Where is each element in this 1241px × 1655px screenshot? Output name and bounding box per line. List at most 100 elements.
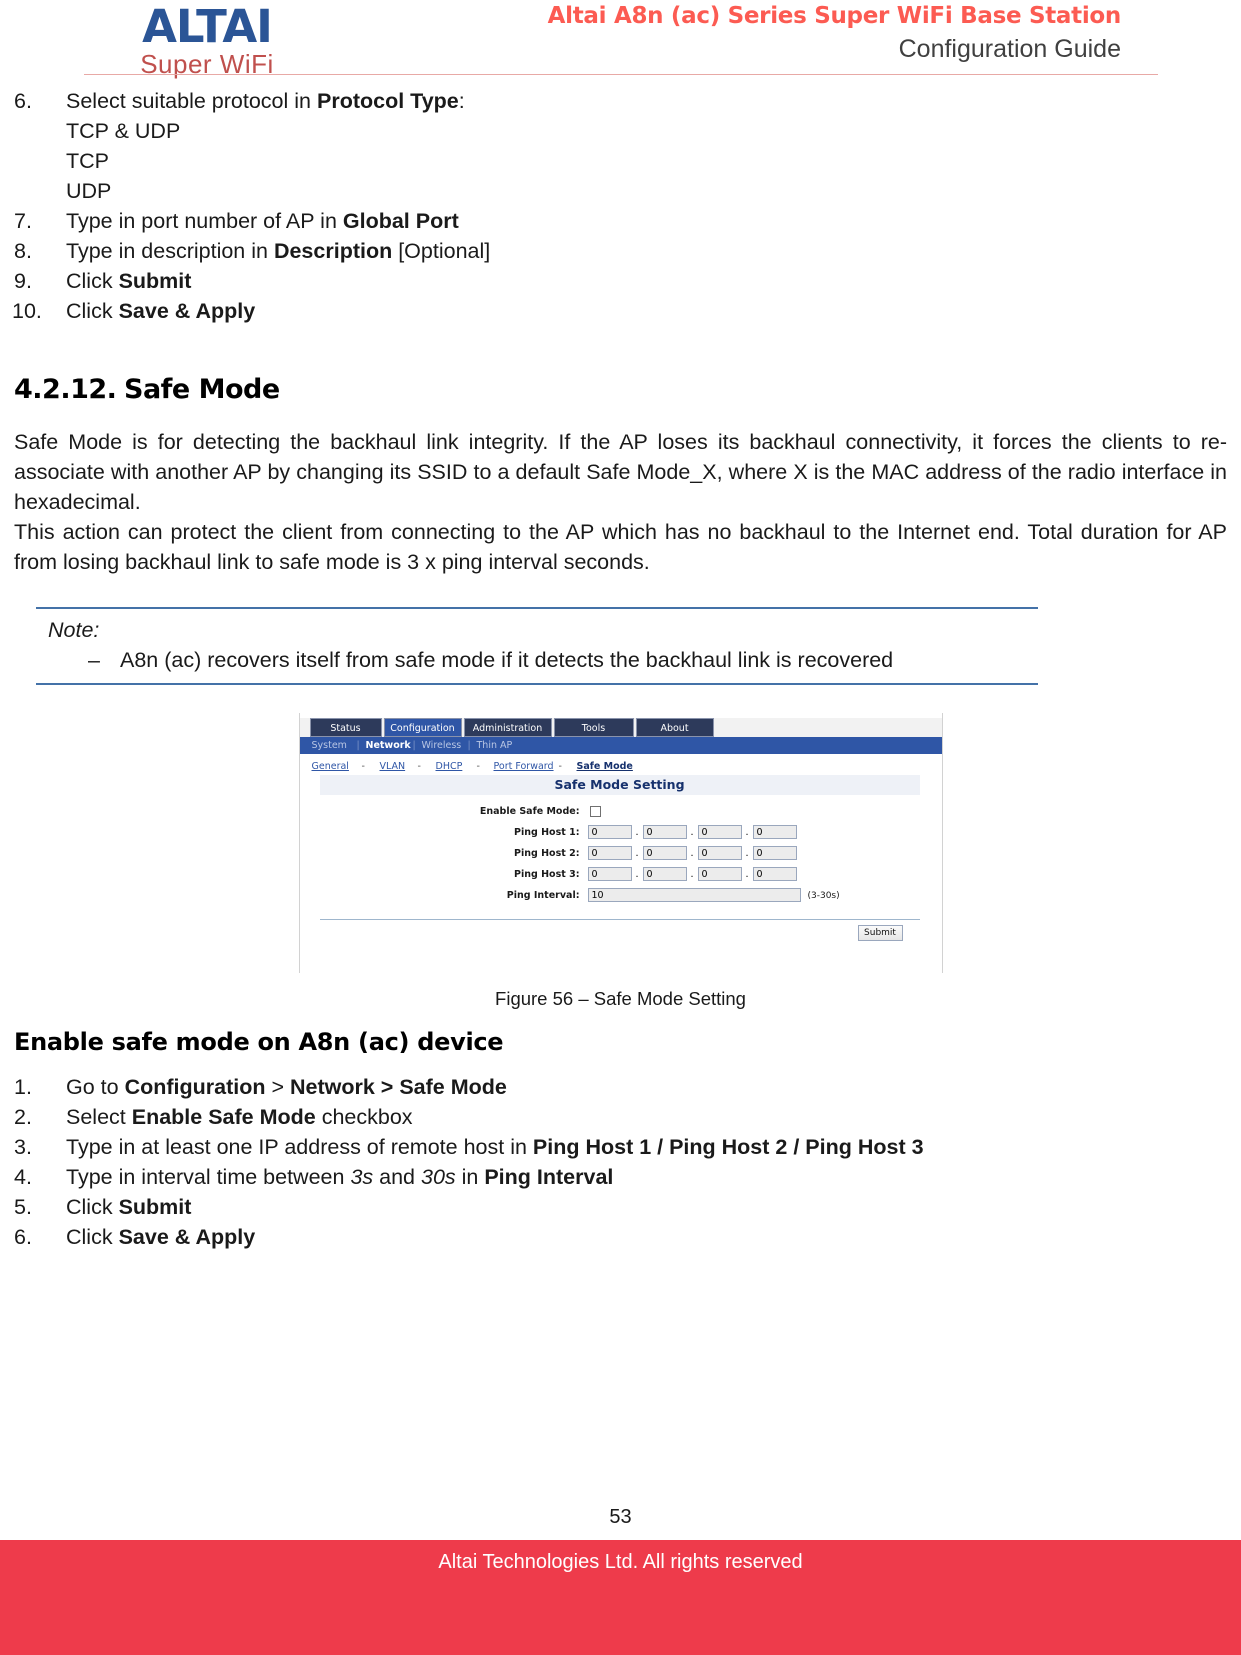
list-item: 5. Click Submit xyxy=(0,1192,1241,1222)
octet-separator: . xyxy=(690,848,694,859)
list-item: 7. Type in port number of AP in Global P… xyxy=(0,206,1241,236)
breadcrumb-port-forward[interactable]: Port Forward xyxy=(494,758,554,776)
subnav-item-system[interactable]: System xyxy=(312,737,347,754)
list-item-number: 4. xyxy=(14,1165,32,1189)
list-item-number: 3. xyxy=(14,1135,32,1159)
top-numbered-list: 6. Select suitable protocol in Protocol … xyxy=(0,86,1241,326)
list-item-bold: Global Port xyxy=(342,209,459,233)
step-text-pre: Click xyxy=(66,1195,119,1219)
ping-host-2-octet-4[interactable]: 0 xyxy=(752,846,797,860)
subsection-heading: Enable safe mode on A8n (ac) device xyxy=(14,1028,504,1056)
note-item-text: A8n (ac) recovers itself from safe mode … xyxy=(120,648,894,672)
ping-host-2-label: Ping Host 2: xyxy=(514,848,580,859)
step-text-post: checkbox xyxy=(315,1105,413,1129)
list-item-text-pre: Click xyxy=(66,299,119,323)
document-body: 6. Select suitable protocol in Protocol … xyxy=(0,86,1241,1252)
step-text-mid: > xyxy=(265,1075,290,1099)
note-box: Note: – A8n (ac) recovers itself from sa… xyxy=(36,607,1038,685)
step-text-pre: Select xyxy=(66,1105,132,1129)
breadcrumb: General - VLAN - DHCP - Port Forward - S… xyxy=(300,758,942,776)
octet-separator: . xyxy=(635,869,639,880)
logo-wordmark: ALTAI xyxy=(142,0,273,53)
list-item-number: 6. xyxy=(14,89,32,113)
note-item: – A8n (ac) recovers itself from safe mod… xyxy=(36,645,1038,675)
tab-configuration[interactable]: Configuration xyxy=(383,718,462,737)
list-item-text-pre: Type in description in xyxy=(66,239,274,263)
ping-host-2-octet-3[interactable]: 0 xyxy=(697,846,742,860)
ping-host-1-octet-1[interactable]: 0 xyxy=(587,825,632,839)
step-text-mid: and xyxy=(373,1165,421,1189)
list-item: 9. Click Submit xyxy=(0,266,1241,296)
ping-host-3-octet-2[interactable]: 0 xyxy=(642,867,687,881)
breadcrumb-vlan[interactable]: VLAN xyxy=(380,758,406,776)
octet-separator: . xyxy=(690,869,694,880)
breadcrumb-separator: - xyxy=(417,761,421,772)
subnav-separator: | xyxy=(356,740,360,751)
octet-separator: . xyxy=(635,827,639,838)
ping-host-1-octet-2[interactable]: 0 xyxy=(642,825,687,839)
section-heading: 4.2.12. Safe Mode xyxy=(0,374,1241,405)
altai-logo: ALTAI Super WiFi xyxy=(92,4,322,77)
ping-host-3-octet-1[interactable]: 0 xyxy=(587,867,632,881)
page-number: 53 xyxy=(609,1506,632,1528)
ping-interval-input[interactable]: 10 xyxy=(587,888,801,902)
ping-host-1-octet-3[interactable]: 0 xyxy=(697,825,742,839)
list-item-number: 5. xyxy=(14,1195,32,1219)
device-web-ui-screenshot: Status Configuration Administration Tool… xyxy=(298,713,943,973)
ping-host-1-label: Ping Host 1: xyxy=(514,827,580,838)
enable-safe-mode-label: Enable Safe Mode: xyxy=(479,806,580,817)
sub-navigation-bar: System | Network | Wireless | Thin AP xyxy=(299,737,942,754)
enable-safe-mode-checkbox[interactable] xyxy=(589,806,601,817)
list-item-text-post: : xyxy=(458,89,465,113)
figure-caption: Figure 56 – Safe Mode Setting xyxy=(495,988,746,1009)
ping-host-2-octet-1[interactable]: 0 xyxy=(587,846,632,860)
breadcrumb-separator: - xyxy=(361,761,365,772)
step-italic-1: 3s xyxy=(350,1165,374,1189)
subnav-item-thin-ap[interactable]: Thin AP xyxy=(477,737,513,754)
octet-separator: . xyxy=(745,848,749,859)
note-label: Note: xyxy=(48,618,100,642)
ping-host-1-octet-4[interactable]: 0 xyxy=(752,825,797,839)
step-bold: Enable Safe Mode xyxy=(131,1105,316,1129)
subnav-item-wireless[interactable]: Wireless xyxy=(422,737,462,754)
list-item: 8. Type in description in Description [O… xyxy=(0,236,1241,266)
list-item: 10. Click Save & Apply xyxy=(0,296,1241,326)
footer-copyright: Altai Technologies Ltd. All rights reser… xyxy=(438,1551,803,1573)
tab-tools[interactable]: Tools xyxy=(553,718,634,737)
list-item-bold: Submit xyxy=(118,269,192,293)
subnav-item-network[interactable]: Network xyxy=(366,737,411,754)
breadcrumb-general[interactable]: General xyxy=(312,758,349,776)
list-item-text-pre: Type in port number of AP in xyxy=(66,209,343,233)
ping-host-3-octet-4[interactable]: 0 xyxy=(752,867,797,881)
page-header: ALTAI Super WiFi Altai A8n (ac) Series S… xyxy=(0,0,1241,80)
tab-about[interactable]: About xyxy=(635,718,714,737)
subnav-separator: | xyxy=(467,740,471,751)
list-item: 3. Type in at least one IP address of re… xyxy=(0,1132,1241,1162)
breadcrumb-safe-mode[interactable]: Safe Mode xyxy=(577,758,633,776)
ping-host-3-octet-3[interactable]: 0 xyxy=(697,867,742,881)
ping-host-3-label: Ping Host 3: xyxy=(514,869,580,880)
breadcrumb-dhcp[interactable]: DHCP xyxy=(436,758,463,776)
document-subtitle: Configuration Guide xyxy=(898,34,1121,63)
tab-status[interactable]: Status xyxy=(309,718,382,737)
submit-button[interactable]: Submit xyxy=(857,925,903,941)
breadcrumb-separator: - xyxy=(476,761,480,772)
figure: Status Configuration Administration Tool… xyxy=(0,713,1241,1010)
breadcrumb-separator: - xyxy=(558,761,562,772)
section-number: 4.2.12. xyxy=(14,374,117,405)
list-item: 2. Select Enable Safe Mode checkbox xyxy=(0,1102,1241,1132)
ping-interval-label: Ping Interval: xyxy=(506,890,580,901)
octet-separator: . xyxy=(635,848,639,859)
tab-administration[interactable]: Administration xyxy=(463,718,552,737)
document-product-title: Altai A8n (ac) Series Super WiFi Base St… xyxy=(547,3,1122,29)
step-text-pre: Click xyxy=(66,1225,119,1249)
list-item: 4. Type in interval time between 3s and … xyxy=(0,1162,1241,1192)
ping-interval-hint: (3-30s) xyxy=(807,891,840,901)
header-titles: Altai A8n (ac) Series Super WiFi Base St… xyxy=(547,2,1122,65)
panel-divider xyxy=(319,919,920,920)
step-text-pre: Go to xyxy=(66,1075,125,1099)
subnav-separator: | xyxy=(412,740,416,751)
octet-separator: . xyxy=(745,869,749,880)
ping-host-2-octet-2[interactable]: 0 xyxy=(642,846,687,860)
step-bold: Ping Host 1 / Ping Host 2 / Ping Host 3 xyxy=(532,1135,924,1159)
